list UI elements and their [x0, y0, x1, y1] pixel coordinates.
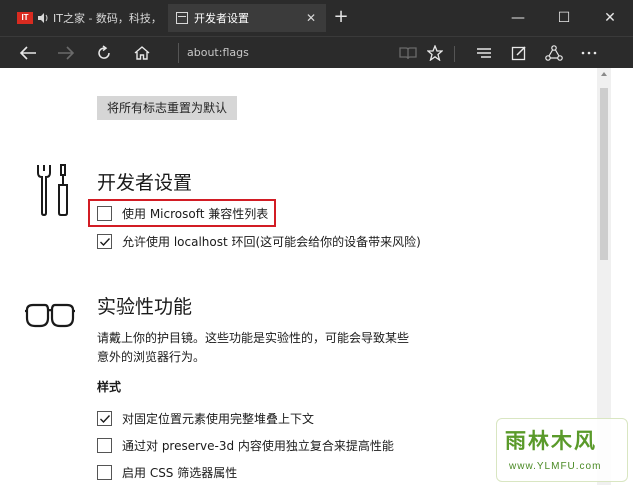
hub-button[interactable]	[470, 39, 498, 67]
option-preserve-3d-compositing[interactable]: 通过对 preserve-3d 内容使用独立复合来提高性能	[97, 437, 394, 454]
web-note-button[interactable]	[505, 39, 533, 67]
nav-divider	[454, 46, 455, 62]
forward-arrow-icon	[58, 46, 75, 60]
star-icon	[427, 45, 443, 61]
option-css-filter[interactable]: 启用 CSS 筛选器属性	[97, 464, 237, 481]
refresh-icon	[98, 45, 110, 59]
description-line: 意外的浏览器行为。	[97, 350, 206, 364]
tab-label: 开发者设置	[194, 12, 249, 25]
home-button[interactable]	[128, 39, 156, 67]
checkmark-icon	[100, 238, 111, 247]
watermark-url: www.YLMFU.com	[509, 461, 602, 472]
forward-button[interactable]	[52, 39, 80, 67]
site-watermark: 雨林木风 www.YLMFU.com	[496, 418, 628, 482]
address-bar[interactable]: about:flags	[178, 43, 388, 63]
option-label: 允许使用 localhost 环回(这可能会给你的设备带来风险)	[122, 235, 421, 249]
experimental-description: 请戴上你的护目镜。这些功能是实验性的，可能会导致某些 意外的浏览器行为。	[97, 329, 417, 367]
share-icon	[545, 45, 563, 61]
home-icon	[134, 46, 150, 60]
close-window-button[interactable]: ✕	[587, 0, 633, 36]
reset-flags-button[interactable]: 将所有标志重置为默认	[97, 96, 237, 120]
developer-settings-title: 开发者设置	[97, 172, 193, 194]
option-label: 启用 CSS 筛选器属性	[122, 466, 238, 480]
scrollbar-thumb[interactable]	[600, 88, 608, 260]
ithome-favicon-icon: IT	[17, 12, 33, 24]
highlight-annotation	[88, 199, 276, 227]
option-label: 对固定位置元素使用完整堆叠上下文	[122, 412, 315, 426]
page-icon	[176, 12, 188, 24]
checkmark-icon	[100, 415, 111, 424]
navigation-bar: about:flags	[0, 36, 633, 68]
scroll-up-arrow-icon[interactable]	[600, 70, 608, 78]
speaker-icon[interactable]	[37, 12, 49, 24]
option-label: 通过对 preserve-3d 内容使用独立复合来提高性能	[122, 439, 394, 453]
experimental-features-title: 实验性功能	[97, 296, 193, 318]
more-icon	[581, 51, 597, 55]
checkbox-checked[interactable]	[97, 234, 112, 249]
web-note-icon	[511, 46, 526, 61]
tab-ithome[interactable]: IT IT之家 - 数码，科技，生	[9, 4, 167, 32]
tab-label: IT之家 - 数码，科技，生	[53, 12, 159, 25]
tab-developer-settings[interactable]: 开发者设置 ✕	[168, 4, 326, 32]
goggles-icon	[25, 303, 75, 328]
back-arrow-icon	[19, 46, 36, 60]
close-tab-icon[interactable]: ✕	[304, 11, 318, 25]
styles-subheading: 样式	[97, 380, 122, 394]
new-tab-button[interactable]: +	[330, 8, 352, 28]
reading-view-button[interactable]	[394, 39, 422, 67]
checkbox-unchecked[interactable]	[97, 438, 112, 453]
option-localhost-loopback[interactable]: 允许使用 localhost 环回(这可能会给你的设备带来风险)	[97, 233, 421, 250]
checkbox-checked[interactable]	[97, 411, 112, 426]
book-icon	[399, 47, 417, 60]
tools-icon	[37, 164, 68, 217]
watermark-logo: 雨林木风	[505, 429, 597, 453]
minimize-button[interactable]: —	[495, 0, 541, 36]
hub-icon	[477, 48, 491, 58]
option-fixed-position-stacking[interactable]: 对固定位置元素使用完整堆叠上下文	[97, 410, 314, 427]
back-button[interactable]	[14, 39, 42, 67]
share-button[interactable]	[540, 39, 568, 67]
checkbox-unchecked[interactable]	[97, 465, 112, 480]
more-button[interactable]	[575, 39, 603, 67]
title-bar: IT IT之家 - 数码，科技，生 开发者设置 ✕ + — ☐ ✕	[0, 0, 633, 36]
description-line: 请戴上你的护目镜。这些功能是实验性的，可能会导致某些	[97, 331, 410, 345]
maximize-button[interactable]: ☐	[541, 0, 587, 36]
favorite-button[interactable]	[421, 39, 449, 67]
refresh-button[interactable]	[90, 39, 118, 67]
